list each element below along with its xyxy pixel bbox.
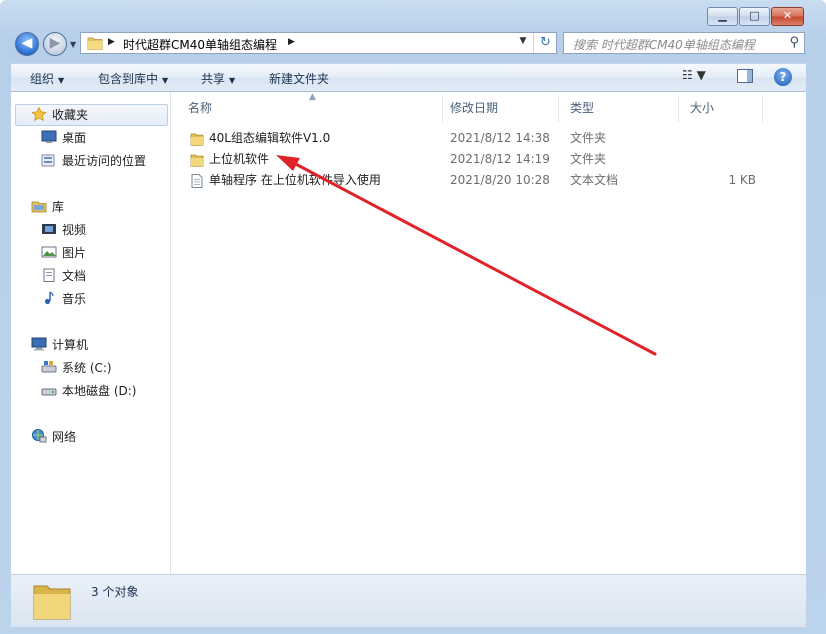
dropdown-arrow-icon: ▼ xyxy=(162,76,169,85)
local-disk-icon xyxy=(41,388,57,396)
breadcrumb-separator[interactable]: ▶ xyxy=(288,37,295,47)
search-box[interactable]: 搜索 时代超群CM40单轴组态编程 ⚲ xyxy=(563,32,805,54)
nav-label: 收藏夹 xyxy=(52,108,89,122)
back-button[interactable]: ◀ xyxy=(15,32,39,56)
nav-label: 最近访问的位置 xyxy=(62,154,147,168)
nav-label: 网络 xyxy=(52,430,77,444)
recent-places-icon xyxy=(41,154,55,167)
nav-item-drive-d[interactable]: 本地磁盘 (D:) xyxy=(41,381,136,401)
organize-label: 组织 xyxy=(30,72,55,86)
nav-item-music[interactable]: 音乐 xyxy=(41,289,86,309)
item-count: 3 个对象 xyxy=(91,585,139,599)
nav-label: 本地磁盘 (D:) xyxy=(62,384,137,398)
libraries-icon xyxy=(31,201,47,213)
nav-item-libraries[interactable]: 库 xyxy=(31,197,64,217)
content-area: 收藏夹 桌面 最近访问的位置 库 视频 图片 文档 音乐 计算机 系统 (C:) xyxy=(11,92,806,574)
preview-pane-button[interactable] xyxy=(737,69,753,83)
share-label: 共享 xyxy=(201,72,226,86)
dropdown-arrow-icon: ▼ xyxy=(229,76,236,85)
search-icon[interactable]: ⚲ xyxy=(789,35,799,50)
file-row[interactable]: 上位机软件 2021/8/12 14:19 文件夹 xyxy=(173,149,773,170)
address-bar[interactable]: ▶ 时代超群CM40单轴组态编程 ▶ ▼ ↻ xyxy=(80,32,557,54)
file-size: 1 KB xyxy=(728,173,756,187)
nav-label: 桌面 xyxy=(62,131,87,145)
nav-label: 库 xyxy=(52,200,65,214)
file-list: ▲ 名称 修改日期 类型 大小 40L组态编辑软件V1.0 2021/8/12 … xyxy=(173,92,806,574)
navigation-pane: 收藏夹 桌面 最近访问的位置 库 视频 图片 文档 音乐 计算机 系统 (C:) xyxy=(11,92,171,574)
column-header-type[interactable]: 类型 xyxy=(555,95,679,122)
nav-label: 图片 xyxy=(62,246,87,260)
file-date: 2021/8/12 14:38 xyxy=(450,131,550,145)
recent-pages-dropdown[interactable]: ▼ xyxy=(70,40,76,49)
dropdown-arrow-icon: ▼ xyxy=(58,76,65,85)
file-name: 40L组态编辑软件V1.0 xyxy=(209,131,331,145)
close-button[interactable]: ✕ xyxy=(771,7,804,26)
folder-icon xyxy=(87,37,103,50)
refresh-button[interactable]: ↻ xyxy=(533,33,557,53)
search-input[interactable]: 搜索 时代超群CM40单轴组态编程 xyxy=(573,36,755,53)
nav-item-videos[interactable]: 视频 xyxy=(41,220,86,240)
nav-item-desktop[interactable]: 桌面 xyxy=(41,128,86,148)
pictures-icon xyxy=(41,246,57,258)
nav-label: 文档 xyxy=(62,269,87,283)
documents-icon xyxy=(43,268,55,282)
nav-item-network[interactable]: 网络 xyxy=(31,427,76,447)
include-in-library-label: 包含到库中 xyxy=(98,72,159,86)
maximize-button[interactable]: □ xyxy=(739,7,770,26)
star-icon xyxy=(31,107,47,121)
file-date: 2021/8/20 10:28 xyxy=(450,173,550,187)
system-drive-icon xyxy=(41,361,57,373)
nav-label: 计算机 xyxy=(52,338,89,352)
computer-icon xyxy=(31,337,47,351)
file-name: 单轴程序 在上位机软件导入使用 xyxy=(209,173,381,187)
nav-item-documents[interactable]: 文档 xyxy=(41,266,86,286)
nav-label: 音乐 xyxy=(62,292,87,306)
music-icon xyxy=(44,291,54,305)
nav-label: 系统 (C:) xyxy=(62,361,112,375)
network-icon xyxy=(32,429,47,443)
nav-item-computer[interactable]: 计算机 xyxy=(31,335,88,355)
nav-item-favorites[interactable]: 收藏夹 xyxy=(31,105,88,125)
breadcrumb-current-folder[interactable]: 时代超群CM40单轴组态编程 xyxy=(123,36,277,53)
forward-button[interactable]: ▶ xyxy=(43,32,67,56)
help-button[interactable]: ? xyxy=(774,68,792,86)
column-header-date-modified[interactable]: 修改日期 xyxy=(435,95,559,122)
address-dropdown-button[interactable]: ▼ xyxy=(515,36,531,46)
file-type: 文本文档 xyxy=(570,173,619,187)
nav-label: 视频 xyxy=(62,223,87,237)
share-menu[interactable]: 共享 ▼ xyxy=(201,70,235,87)
text-document-icon xyxy=(190,174,204,195)
breadcrumb-separator[interactable]: ▶ xyxy=(108,37,115,47)
file-type: 文件夹 xyxy=(570,131,607,145)
change-view-button[interactable]: ☷ ▼ xyxy=(682,68,706,82)
column-header-name[interactable]: 名称 xyxy=(173,95,443,122)
details-pane: 3 个对象 xyxy=(11,574,806,627)
video-icon xyxy=(42,224,56,234)
folder-icon xyxy=(33,585,71,620)
file-name: 上位机软件 xyxy=(209,152,270,166)
column-header-size[interactable]: 大小 xyxy=(675,95,763,122)
command-bar: 组织 ▼ 包含到库中 ▼ 共享 ▼ 新建文件夹 ☷ ▼ ? xyxy=(11,63,806,92)
nav-item-recent-places[interactable]: 最近访问的位置 xyxy=(41,151,146,171)
file-type: 文件夹 xyxy=(570,152,607,166)
desktop-icon xyxy=(41,130,57,143)
organize-menu[interactable]: 组织 ▼ xyxy=(30,70,64,87)
nav-item-drive-c[interactable]: 系统 (C:) xyxy=(41,358,112,378)
file-row[interactable]: 单轴程序 在上位机软件导入使用 2021/8/20 10:28 文本文档 1 K… xyxy=(173,170,773,191)
new-folder-button[interactable]: 新建文件夹 xyxy=(269,70,329,87)
include-in-library-menu[interactable]: 包含到库中 ▼ xyxy=(98,70,168,87)
file-row[interactable]: 40L组态编辑软件V1.0 2021/8/12 14:38 文件夹 xyxy=(173,128,773,149)
file-date: 2021/8/12 14:19 xyxy=(450,152,550,166)
minimize-button[interactable]: ▁ xyxy=(707,7,738,26)
nav-item-pictures[interactable]: 图片 xyxy=(41,243,86,263)
